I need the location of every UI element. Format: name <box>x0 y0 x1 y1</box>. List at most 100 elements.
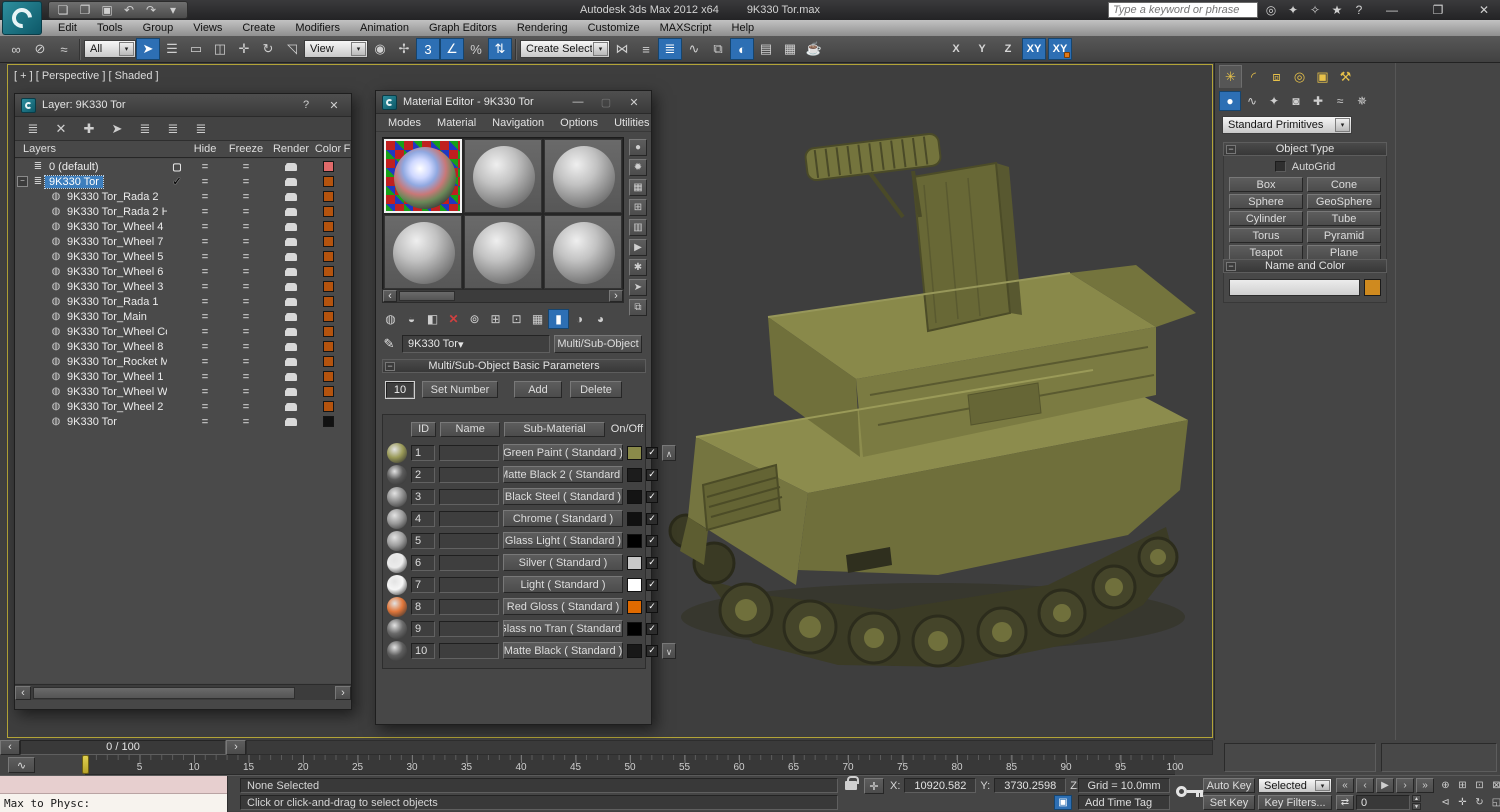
layer-color-swatch[interactable] <box>322 191 334 202</box>
new-scene-icon[interactable]: ❏ <box>53 2 73 18</box>
select-and-scale-icon[interactable]: ◹ <box>280 38 304 60</box>
put-to-scene-icon[interactable]: ◒ <box>401 309 422 329</box>
freeze-toggle[interactable] <box>223 401 269 413</box>
autogrid-checkbox[interactable] <box>1274 161 1286 172</box>
scroll-right-button[interactable]: › <box>609 290 623 302</box>
current-frame-field[interactable]: 0 <box>1356 795 1410 810</box>
material-preview-sphere[interactable] <box>387 464 407 485</box>
material-onoff-checkbox[interactable]: ✓ <box>646 600 658 613</box>
layer-name[interactable]: 9K330 Tor_Rada 2 <box>63 191 163 203</box>
hide-toggle[interactable] <box>187 341 223 353</box>
hide-toggle[interactable] <box>187 386 223 398</box>
color-cell[interactable] <box>313 206 343 217</box>
category-helpers-icon[interactable]: ✚ <box>1307 91 1329 111</box>
material-editor-titlebar[interactable]: Material Editor - 9K330 Tor — ▢ ✕ <box>376 91 651 114</box>
layer-name[interactable]: 9K330 Tor_Rada 2 Hand <box>63 206 167 218</box>
field-of-view-icon[interactable]: ⊲ <box>1438 795 1453 810</box>
time-slider-value[interactable]: 0 / 100 <box>20 739 226 755</box>
material-preview-sphere[interactable] <box>387 574 407 595</box>
select-and-link-icon[interactable]: ∞ <box>4 38 28 60</box>
material-id-field[interactable]: 7 <box>411 576 435 593</box>
object-type-button[interactable]: Plane <box>1307 245 1381 260</box>
material-name-field[interactable] <box>439 554 499 571</box>
freeze-toggle[interactable] <box>223 221 269 233</box>
material-sample-slot[interactable] <box>384 215 462 289</box>
make-preview-icon[interactable]: ▶ <box>629 239 647 256</box>
color-cell[interactable] <box>313 356 343 367</box>
pan-icon[interactable]: ✛ <box>1455 795 1470 810</box>
color-cell[interactable] <box>313 311 343 322</box>
color-cell[interactable] <box>313 401 343 412</box>
layer-name[interactable]: 0 (default) <box>45 161 103 173</box>
column-render[interactable]: Render <box>269 143 313 155</box>
layer-row[interactable]: 9K330 Tor_Wheel 8 <box>15 339 351 354</box>
layer-color-swatch[interactable] <box>322 176 334 187</box>
color-cell[interactable] <box>313 176 343 187</box>
highlight-selected-objects-layer-icon[interactable]: ≣ <box>133 119 157 139</box>
hide-freeze-toggle-icon[interactable]: ≣ <box>161 119 185 139</box>
hide-toggle[interactable] <box>187 401 223 413</box>
material-sample-slot[interactable] <box>464 139 542 213</box>
scrollbar-thumb[interactable] <box>399 291 455 301</box>
render-cell[interactable] <box>269 387 313 396</box>
layer-name[interactable]: 9K330 Tor_Wheel Weld <box>63 386 167 398</box>
layer-name[interactable]: 9K330 Tor_Main <box>63 311 151 323</box>
selection-filter-dropdown[interactable]: All ▾ <box>84 40 136 58</box>
material-editor-icon[interactable]: ◐ <box>730 38 754 60</box>
select-and-manipulate-icon[interactable]: ✢ <box>392 38 416 60</box>
layer-color-swatch[interactable] <box>322 161 334 172</box>
object-type-button[interactable]: Pyramid <box>1307 228 1381 243</box>
rectangular-selection-icon[interactable]: ▭ <box>184 38 208 60</box>
column-color[interactable]: Color <box>313 143 343 155</box>
freeze-toggle[interactable] <box>223 236 269 248</box>
column-f[interactable]: F <box>343 143 351 155</box>
object-type-rollout-header[interactable]: − Object Type <box>1223 142 1387 156</box>
layer-color-swatch[interactable] <box>322 206 334 217</box>
previous-frame-button[interactable]: ‹ <box>1356 778 1374 793</box>
menu-item[interactable]: Rendering <box>507 20 578 36</box>
freeze-toggle[interactable] <box>223 386 269 398</box>
sub-material-button[interactable]: Matte Black 2 ( Standard ) <box>503 466 623 483</box>
assign-to-selection-icon[interactable]: ◧ <box>422 309 443 329</box>
zoom-extents-icon[interactable]: ⊡ <box>1472 778 1487 793</box>
named-selection-sets-dropdown[interactable]: Create Selection Se ▾ <box>520 40 610 58</box>
layer-color-swatch[interactable] <box>322 356 334 367</box>
y-coordinate-field[interactable]: 3730.2598 <box>994 778 1067 793</box>
go-forward-sibling-icon[interactable]: ◕ <box>590 309 611 329</box>
select-object-icon[interactable]: ➤ <box>136 38 160 60</box>
next-frame-arrow[interactable]: › <box>226 739 246 755</box>
freeze-toggle[interactable] <box>223 281 269 293</box>
project-folder-icon[interactable]: ▾ <box>163 2 183 18</box>
hide-toggle[interactable] <box>187 161 223 173</box>
material-name-dropdown[interactable]: 9K330 Tor ▾ <box>402 335 550 353</box>
menu-item[interactable]: Animation <box>350 20 419 36</box>
menu-item[interactable]: Navigation <box>484 115 552 131</box>
menu-item[interactable]: Create <box>232 20 285 36</box>
render-cell[interactable] <box>269 282 313 291</box>
render-cell[interactable] <box>269 312 313 321</box>
freeze-toggle[interactable] <box>223 416 269 428</box>
layer-panel-titlebar[interactable]: Layer: 9K330 Tor ? ✕ <box>15 94 351 117</box>
set-key-button[interactable]: Set Key <box>1203 795 1255 810</box>
sub-material-button[interactable]: Chrome ( Standard ) <box>503 510 623 527</box>
material-color-swatch[interactable] <box>627 621 642 636</box>
sub-material-button[interactable]: Glass no Tran ( Standard ) <box>503 620 623 637</box>
close-icon[interactable]: ✕ <box>623 93 645 111</box>
listener-script-row[interactable]: Max to Physc: <box>0 794 227 812</box>
sub-material-button[interactable]: Light ( Standard ) <box>503 576 623 593</box>
freeze-toggle[interactable] <box>223 191 269 203</box>
render-cell[interactable] <box>269 237 313 246</box>
scrollbar-thumb[interactable] <box>33 686 295 699</box>
name-color-rollout-header[interactable]: − Name and Color <box>1223 259 1387 273</box>
material-id-field[interactable]: 9 <box>411 620 435 637</box>
help-icon[interactable]: ? <box>295 96 317 114</box>
material-name-field[interactable] <box>439 466 499 483</box>
material-sample-slot[interactable] <box>544 215 622 289</box>
layer-name[interactable]: 9K330 Tor_Wheel 2 <box>63 401 167 413</box>
help-icon[interactable]: ? <box>1348 2 1370 18</box>
open-file-icon[interactable]: ❐ <box>75 2 95 18</box>
layer-row[interactable]: 9K330 Tor_Wheel 4 <box>15 219 351 234</box>
material-onoff-checkbox[interactable]: ✓ <box>646 578 658 591</box>
layer-row[interactable]: 9K330 Tor_Rada 1 <box>15 294 351 309</box>
favorites-star-icon[interactable]: ★ <box>1326 2 1348 18</box>
